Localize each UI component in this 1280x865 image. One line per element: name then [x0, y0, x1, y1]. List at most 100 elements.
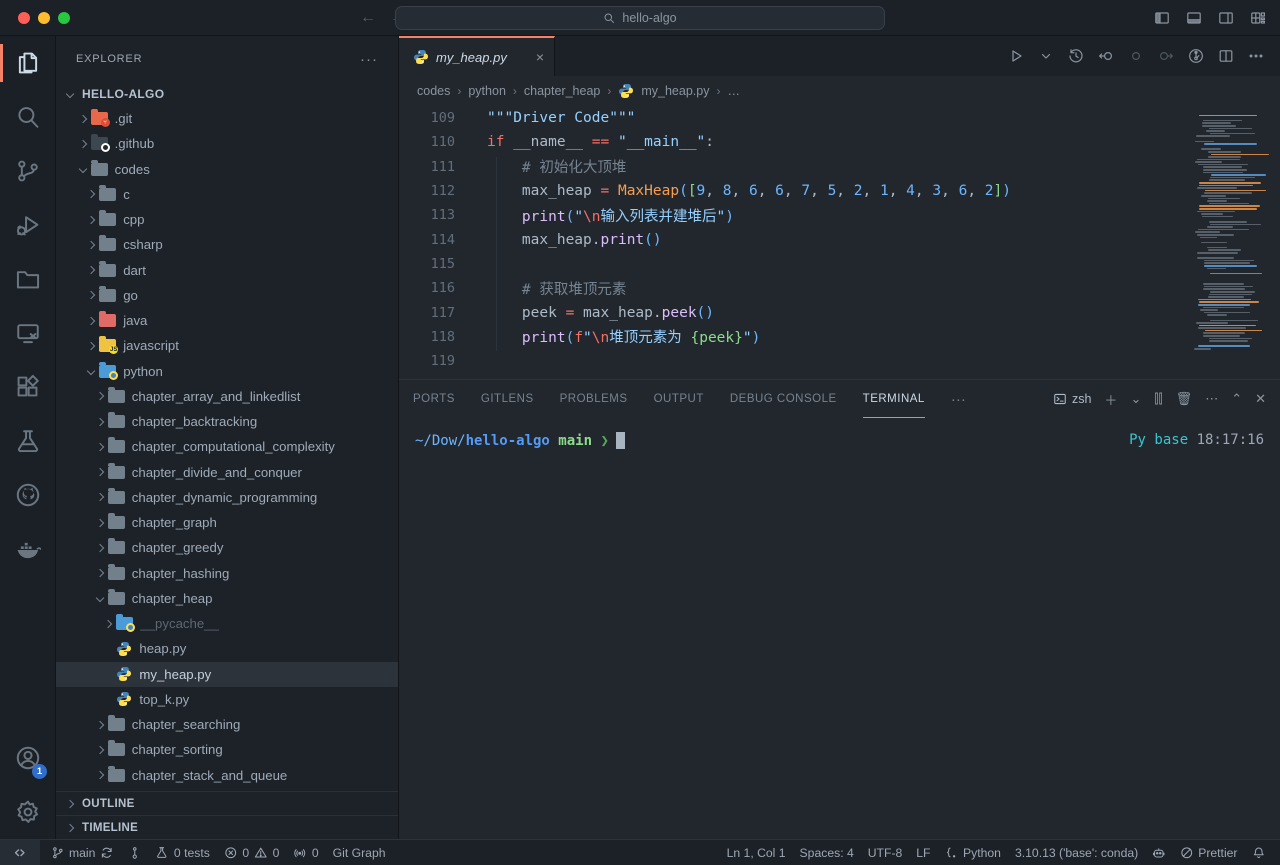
panel-tab-output[interactable]: OUTPUT — [654, 380, 704, 418]
chevron-right-icon[interactable] — [92, 444, 108, 450]
tree-item-chapter-backtracking[interactable]: chapter_backtracking — [56, 409, 398, 434]
chevron-right-icon[interactable] — [83, 318, 99, 324]
section-outline[interactable]: OUTLINE — [56, 791, 398, 815]
tree-item-top-k-py[interactable]: top_k.py — [56, 687, 398, 712]
chevron-right-icon[interactable] — [92, 772, 108, 778]
minimap[interactable] — [1194, 112, 1274, 351]
tree-item-go[interactable]: go — [56, 283, 398, 308]
chevron-right-icon[interactable] — [75, 141, 91, 147]
chevron-down-icon[interactable] — [92, 595, 108, 601]
code-line-114[interactable]: 114 max_heap.print() — [399, 227, 1280, 251]
code-line-112[interactable]: 112 max_heap = MaxHeap([9, 8, 6, 6, 7, 5… — [399, 179, 1280, 203]
code-line-115[interactable]: 115 — [399, 252, 1280, 276]
tree-item-chapter-searching[interactable]: chapter_searching — [56, 712, 398, 737]
activity-docker[interactable] — [0, 522, 55, 576]
tree-item-chapter-greedy[interactable]: chapter_greedy — [56, 535, 398, 560]
status-language-mode[interactable]: Python — [938, 840, 1008, 865]
trash-icon[interactable]: 🗑 — [1176, 391, 1193, 407]
tree-item-chapter-hashing[interactable]: chapter_hashing — [56, 561, 398, 586]
tree-item-python[interactable]: python — [56, 359, 398, 384]
activity-settings[interactable] — [0, 785, 55, 839]
breadcrumb-item[interactable]: … — [727, 84, 740, 98]
status-git-graph[interactable]: Git Graph — [326, 840, 393, 865]
tree-item-codes[interactable]: codes — [56, 157, 398, 182]
chevron-right-icon[interactable] — [92, 419, 108, 425]
chevron-right-icon[interactable] — [92, 520, 108, 526]
terminal-shell-label[interactable]: zsh — [1053, 392, 1091, 406]
code-line-109[interactable]: 109"""Driver Code""" — [399, 106, 1280, 130]
code-line-117[interactable]: 117 peek = max_heap.peek() — [399, 300, 1280, 324]
code-line-119[interactable]: 119 — [399, 349, 1280, 373]
minimize-window-button[interactable] — [38, 12, 50, 24]
layout-panel-icon[interactable] — [1186, 10, 1202, 26]
dropdown-chevron-icon[interactable] — [1038, 48, 1054, 64]
command-center-search[interactable]: hello-algo — [395, 6, 885, 30]
panel-tab-debug-console[interactable]: DEBUG CONSOLE — [730, 380, 837, 418]
panel-more-icon[interactable]: ⋯ — [1205, 391, 1218, 407]
chevron-right-icon[interactable] — [75, 116, 91, 122]
chevron-right-icon[interactable] — [83, 267, 99, 273]
tree-item-chapter-sorting[interactable]: chapter_sorting — [56, 737, 398, 762]
activity-run-debug[interactable] — [0, 198, 55, 252]
tree-item--github[interactable]: .github — [56, 131, 398, 156]
activity-testing[interactable] — [0, 414, 55, 468]
code-line-113[interactable]: 113 print("\n输入列表并建堆后") — [399, 203, 1280, 227]
tree-item-chapter-graph[interactable]: chapter_graph — [56, 510, 398, 535]
status-eol[interactable]: LF — [909, 840, 937, 865]
status-problems-status[interactable]: 00 — [217, 840, 287, 865]
tree-item-heap-py[interactable]: heap.py — [56, 636, 398, 661]
project-root-row[interactable]: HELLO-ALGO — [56, 82, 398, 106]
status-ports-status[interactable]: 0 — [286, 840, 325, 865]
activity-github[interactable] — [0, 468, 55, 522]
chevron-right-icon[interactable] — [92, 494, 108, 500]
code-editor[interactable]: 109"""Driver Code"""110if __name__ == "_… — [399, 106, 1280, 379]
layout-sidebar-right-icon[interactable] — [1218, 10, 1234, 26]
tree-item-chapter-array-and-linkedlist[interactable]: chapter_array_and_linkedlist — [56, 384, 398, 409]
breadcrumb-item[interactable]: codes — [417, 84, 450, 98]
tree-item-chapter-dynamic-programming[interactable]: chapter_dynamic_programming — [56, 485, 398, 510]
panel-tab-gitlens[interactable]: GITLENS — [481, 380, 534, 418]
chevron-right-icon[interactable] — [92, 570, 108, 576]
code-line-118[interactable]: 118 print(f"\n堆顶元素为 {peek}") — [399, 325, 1280, 349]
chevron-right-icon[interactable] — [92, 722, 108, 728]
activity-explorer[interactable] — [0, 36, 55, 90]
tab-my-heap[interactable]: my_heap.py × — [399, 36, 555, 76]
tree-item-chapter-divide-and-conquer[interactable]: chapter_divide_and_conquer — [56, 460, 398, 485]
chevron-right-icon[interactable] — [100, 621, 116, 627]
breadcrumb-item[interactable]: python — [468, 84, 506, 98]
activity-accounts[interactable]: 1 — [0, 731, 55, 785]
prev-change-icon[interactable] — [1098, 48, 1114, 64]
code-line-116[interactable]: 116 # 获取堆顶元素 — [399, 276, 1280, 300]
panel-tabs-more[interactable]: ··· — [951, 391, 966, 408]
tree-item-csharp[interactable]: csharp — [56, 232, 398, 257]
chevron-down-icon[interactable] — [83, 368, 99, 374]
terminal[interactable]: ~/Dow/hello-algo main ❯ Py base 18:17:16 — [399, 418, 1280, 839]
status-tests-status[interactable]: 0 tests — [148, 840, 216, 865]
layout-customize-icon[interactable] — [1250, 10, 1266, 26]
activity-source-control[interactable] — [0, 144, 55, 198]
panel-tab-ports[interactable]: PORTS — [413, 380, 455, 418]
status-encoding[interactable]: UTF-8 — [861, 840, 910, 865]
chevron-down-icon[interactable] — [75, 166, 91, 172]
zoom-window-button[interactable] — [58, 12, 70, 24]
split-panel-icon[interactable]: ⫿⫿ — [1154, 391, 1162, 407]
status-notifications[interactable] — [1245, 840, 1273, 865]
tree-item-chapter-computational-complexity[interactable]: chapter_computational_complexity — [56, 434, 398, 459]
activity-extensions[interactable] — [0, 360, 55, 414]
tree-item-chapter-heap[interactable]: chapter_heap — [56, 586, 398, 611]
tree-item-c[interactable]: c — [56, 182, 398, 207]
tree-item-java[interactable]: java — [56, 308, 398, 333]
chevron-right-icon[interactable] — [83, 292, 99, 298]
status-gitlens-status[interactable] — [121, 840, 149, 865]
breadcrumb-item[interactable]: my_heap.py — [641, 84, 709, 98]
chevron-right-icon[interactable] — [92, 393, 108, 399]
chevron-right-icon[interactable] — [92, 545, 108, 551]
tree-item-cpp[interactable]: cpp — [56, 207, 398, 232]
explorer-more-actions[interactable]: ··· — [360, 51, 378, 68]
tree-item--pycache-[interactable]: __pycache__ — [56, 611, 398, 636]
chevron-up-icon[interactable]: ⌃ — [1231, 391, 1242, 407]
next-change-icon[interactable] — [1158, 48, 1174, 64]
layout-sidebar-icon[interactable] — [1154, 10, 1170, 26]
tree-item-chapter-stack-and-queue[interactable]: chapter_stack_and_queue — [56, 763, 398, 788]
status-copilot[interactable] — [1145, 840, 1173, 865]
